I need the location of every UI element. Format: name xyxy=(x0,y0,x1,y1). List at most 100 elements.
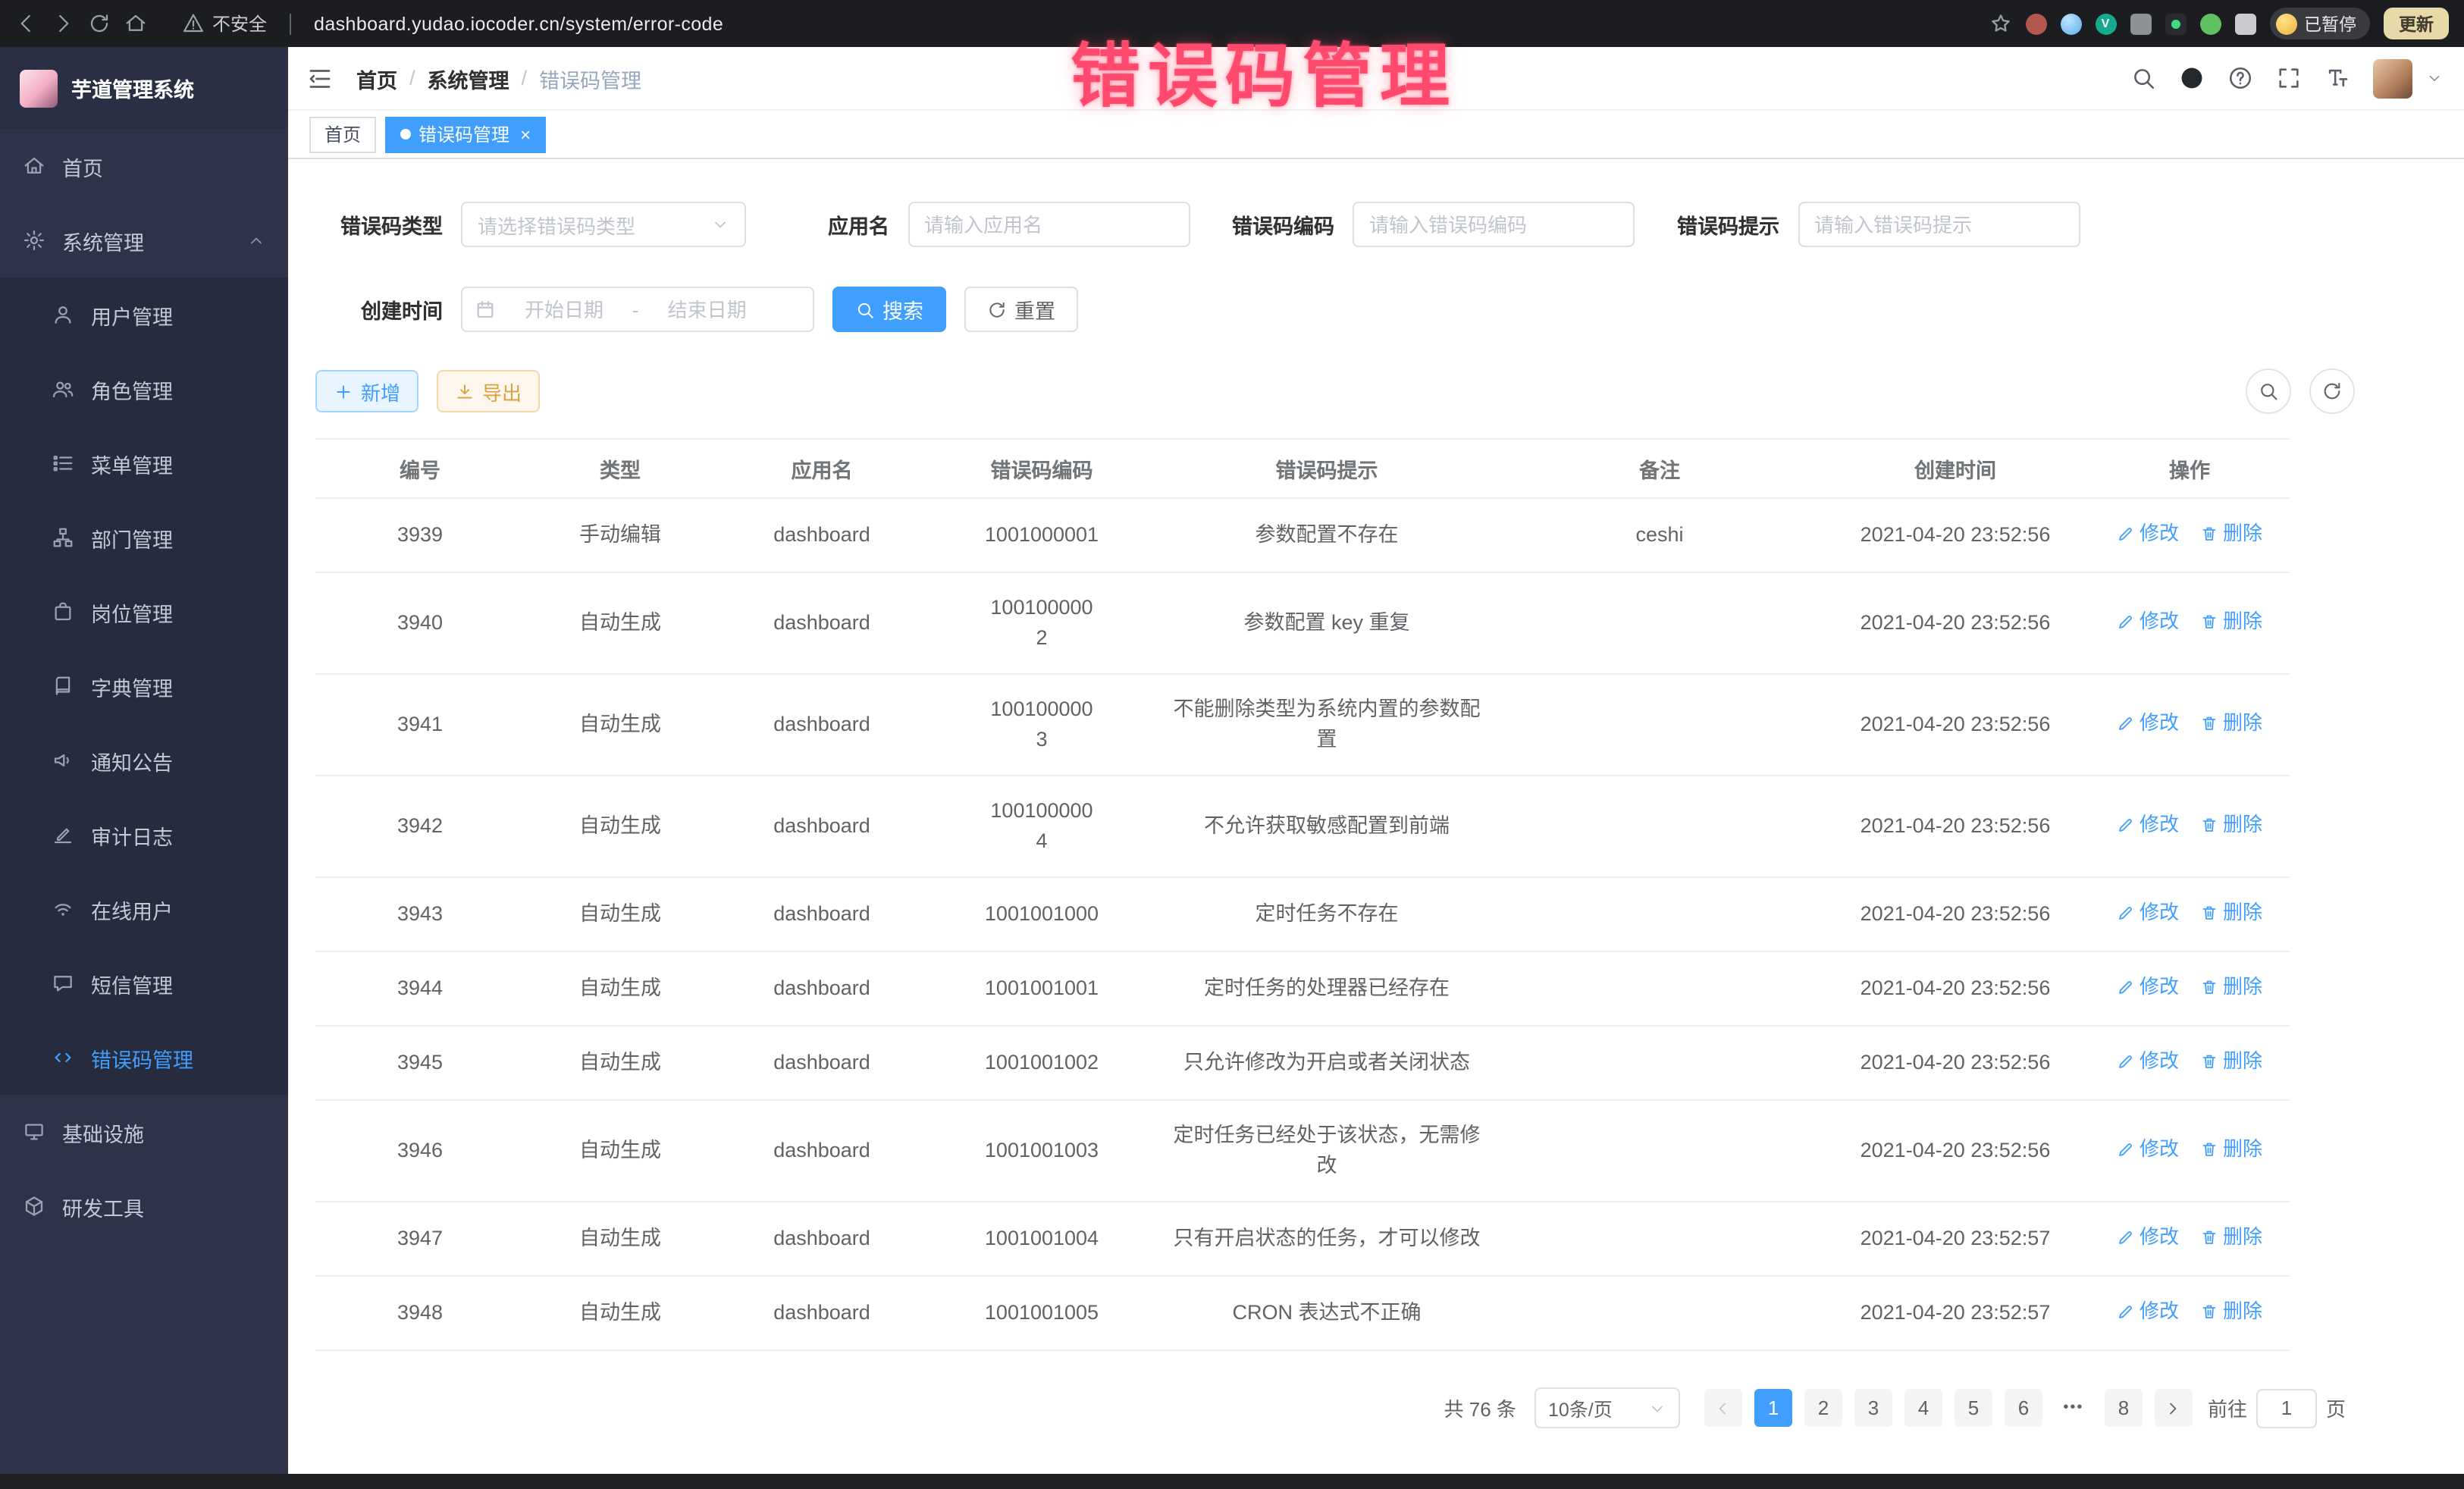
browser-reload-icon[interactable] xyxy=(88,12,111,35)
reset-button[interactable]: 重置 xyxy=(964,287,1078,332)
edit-link[interactable]: 修改 xyxy=(2117,972,2179,1002)
extension-icon[interactable]: V xyxy=(2095,13,2116,34)
delete-icon xyxy=(2200,613,2218,631)
extension-icon[interactable] xyxy=(2165,13,2186,34)
app-name-input[interactable] xyxy=(908,202,1190,247)
extension-icon[interactable] xyxy=(2025,13,2046,34)
delete-link[interactable]: 删除 xyxy=(2200,898,2262,928)
edit-link[interactable]: 修改 xyxy=(2117,810,2179,840)
export-button[interactable]: 导出 xyxy=(437,370,540,412)
delete-link[interactable]: 删除 xyxy=(2200,810,2262,840)
column-header: 错误码编码 xyxy=(928,439,1155,498)
sidebar-item-5[interactable]: 部门管理 xyxy=(0,500,288,575)
sidebar-item-0[interactable]: 首页 xyxy=(0,129,288,203)
delete-link[interactable]: 删除 xyxy=(2200,1222,2262,1252)
sidebar-toggle-icon[interactable] xyxy=(306,64,334,92)
sidebar-item-3[interactable]: 角色管理 xyxy=(0,352,288,426)
delete-link[interactable]: 删除 xyxy=(2200,607,2262,637)
edit-link[interactable]: 修改 xyxy=(2117,1296,2179,1327)
app-logo[interactable]: 芋道管理系统 xyxy=(0,47,288,129)
cell-id: 3948 xyxy=(315,1276,525,1350)
github-icon[interactable] xyxy=(2179,65,2205,91)
page-size-select[interactable]: 10条/页 xyxy=(1535,1387,1680,1428)
tab-close-icon[interactable]: × xyxy=(520,125,531,143)
profile-paused-badge[interactable]: 已暂停 xyxy=(2269,8,2370,39)
sidebar-item-6[interactable]: 岗位管理 xyxy=(0,575,288,649)
browser-home-icon[interactable] xyxy=(124,12,147,35)
delete-link[interactable]: 删除 xyxy=(2200,1134,2262,1165)
error-code-input[interactable] xyxy=(1353,202,1635,247)
gear-icon xyxy=(23,229,45,252)
error-hint-input[interactable] xyxy=(1798,202,2080,247)
goto-page-input[interactable] xyxy=(2256,1388,2317,1428)
toggle-search-button[interactable] xyxy=(2246,368,2291,414)
page-button-3[interactable]: 3 xyxy=(1854,1389,1892,1427)
sidebar-item-10[interactable]: 在线用户 xyxy=(0,872,288,946)
breadcrumb-item-1[interactable]: 系统管理 xyxy=(428,63,509,93)
search-button[interactable]: 搜索 xyxy=(832,287,946,332)
sidebar-item-1[interactable]: 系统管理 xyxy=(0,203,288,277)
page-button-2[interactable]: 2 xyxy=(1804,1389,1842,1427)
delete-link[interactable]: 删除 xyxy=(2200,708,2262,738)
page-button-5[interactable]: 5 xyxy=(1955,1389,1992,1427)
sidebar-item-9[interactable]: 审计日志 xyxy=(0,798,288,872)
page-ellipsis[interactable]: ••• xyxy=(2055,1389,2093,1427)
date-range-picker[interactable]: - xyxy=(461,287,814,332)
tab-0[interactable]: 首页 xyxy=(309,116,376,152)
delete-link[interactable]: 删除 xyxy=(2200,972,2262,1002)
site-security[interactable]: 不安全 xyxy=(182,11,267,36)
browser-back-icon[interactable] xyxy=(15,12,38,35)
search-icon[interactable] xyxy=(2130,65,2156,91)
edit-link[interactable]: 修改 xyxy=(2117,898,2179,928)
breadcrumb-item-0[interactable]: 首页 xyxy=(356,63,397,93)
bookmark-star-icon[interactable] xyxy=(1989,12,2011,35)
extensions-puzzle-icon[interactable] xyxy=(2130,13,2151,34)
prev-page-button[interactable] xyxy=(1704,1389,1742,1427)
refresh-table-button[interactable] xyxy=(2309,368,2355,414)
font-size-icon[interactable] xyxy=(2324,65,2350,91)
sidebar-item-12[interactable]: 错误码管理 xyxy=(0,1020,288,1095)
add-button-label: 新增 xyxy=(361,377,400,406)
page-button-6[interactable]: 6 xyxy=(2005,1389,2042,1427)
browser-forward-icon[interactable] xyxy=(52,12,74,35)
url-text[interactable]: dashboard.yudao.iocoder.cn/system/error-… xyxy=(314,13,723,34)
edit-link[interactable]: 修改 xyxy=(2117,607,2179,637)
next-page-button[interactable] xyxy=(2155,1389,2193,1427)
sidebar-item-2[interactable]: 用户管理 xyxy=(0,277,288,352)
edit-icon xyxy=(2117,978,2135,996)
delete-link[interactable]: 删除 xyxy=(2200,1296,2262,1327)
date-start-input[interactable] xyxy=(502,298,626,321)
cell-type: 自动生成 xyxy=(525,674,716,776)
cell-app: dashboard xyxy=(716,877,928,951)
date-end-input[interactable] xyxy=(645,298,770,321)
edit-link[interactable]: 修改 xyxy=(2117,1222,2179,1252)
user-icon xyxy=(52,303,74,326)
add-button[interactable]: 新增 xyxy=(315,370,419,412)
extension-icon[interactable] xyxy=(2234,13,2256,34)
page-button-1[interactable]: 1 xyxy=(1754,1389,1792,1427)
tab-1[interactable]: 错误码管理× xyxy=(385,116,546,152)
edit-link[interactable]: 修改 xyxy=(2117,1134,2179,1165)
extension-icon[interactable] xyxy=(2199,13,2221,34)
fullscreen-icon[interactable] xyxy=(2276,65,2302,91)
sidebar-item-8[interactable]: 通知公告 xyxy=(0,723,288,798)
browser-update-button[interactable]: 更新 xyxy=(2384,8,2449,39)
chevron-down-icon[interactable] xyxy=(2426,70,2443,86)
delete-link[interactable]: 删除 xyxy=(2200,1046,2262,1077)
sidebar-item-7[interactable]: 字典管理 xyxy=(0,649,288,723)
user-avatar[interactable] xyxy=(2373,58,2412,98)
sidebar-item-11[interactable]: 短信管理 xyxy=(0,946,288,1020)
sidebar-item-13[interactable]: 基础设施 xyxy=(0,1095,288,1169)
sidebar-item-4[interactable]: 菜单管理 xyxy=(0,426,288,500)
extension-icon[interactable] xyxy=(2060,13,2081,34)
edit-link[interactable]: 修改 xyxy=(2117,519,2179,549)
error-type-select[interactable]: 请选择错误码类型 xyxy=(461,202,746,247)
edit-icon xyxy=(2117,714,2135,732)
help-icon[interactable] xyxy=(2227,65,2253,91)
edit-link[interactable]: 修改 xyxy=(2117,708,2179,738)
delete-link[interactable]: 删除 xyxy=(2200,519,2262,549)
sidebar-item-14[interactable]: 研发工具 xyxy=(0,1169,288,1243)
page-button-8[interactable]: 8 xyxy=(2105,1389,2143,1427)
edit-link[interactable]: 修改 xyxy=(2117,1046,2179,1077)
page-button-4[interactable]: 4 xyxy=(1904,1389,1942,1427)
